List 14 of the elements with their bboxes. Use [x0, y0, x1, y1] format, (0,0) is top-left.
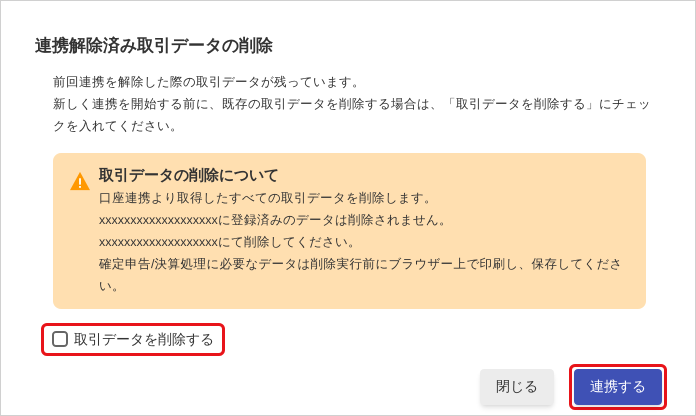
alert-text: 確定申告/決算処理に必要なデータは削除実行前にブラウザー上で印刷し、保存してください。 — [99, 256, 624, 294]
alert-text: xxxxxxxxxxxxxxxxxxxに登録済みのデータは削除されません。 — [99, 212, 453, 228]
checkbox[interactable] — [52, 331, 68, 347]
alert-text: 口座連携より取得したすべての取引データを削除します。 — [99, 190, 438, 206]
alert-title: 取引データの削除について — [99, 166, 280, 186]
close-button[interactable]: 閉じる — [480, 368, 554, 404]
dialog-title: 連携解除済み取引データの削除 — [35, 35, 274, 57]
delete-checkbox[interactable]: 取引データを削除する — [41, 322, 225, 356]
link-button[interactable]: 連携する — [574, 368, 662, 404]
message-text: 前回連携を解除した際の取引データが残っています。 — [53, 74, 366, 90]
message-text: 新しく連携を開始する前に、既存の取引データを削除する場合は、「取引データを削除する」にチェックを入れてください。 — [53, 96, 652, 134]
checkbox-label: 取引データを削除する — [74, 330, 214, 348]
warning-icon — [69, 170, 91, 190]
alert-text: xxxxxxxxxxxxxxxxxxxにて削除してください。 — [99, 234, 362, 250]
